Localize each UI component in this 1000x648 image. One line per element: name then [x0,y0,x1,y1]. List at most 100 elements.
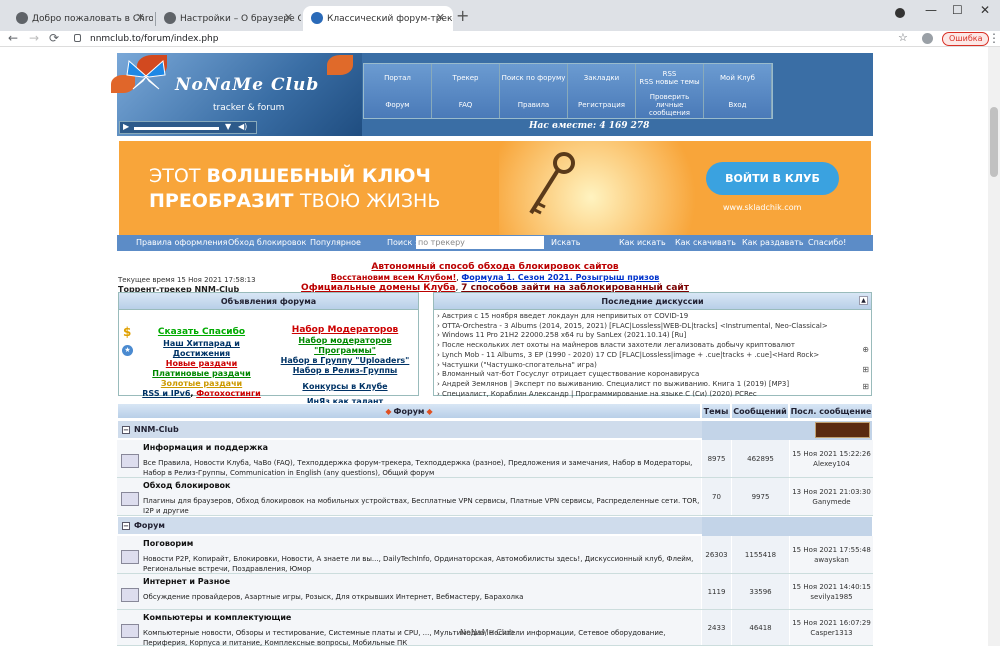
menu-check-messages[interactable]: Проверить личные сообщения [636,91,704,118]
new-tab-button[interactable]: + [456,6,469,25]
link-how-download[interactable]: Как скачивать [675,238,736,247]
menu-tracker[interactable]: Трекер [432,64,500,91]
dropdown-icon[interactable]: ▼ [225,122,231,131]
forum-row[interactable]: Поговорим Новости P2P, Копирайт, Блокиро… [117,536,873,574]
menu-bookmarks[interactable]: Закладки [568,64,636,91]
close-icon[interactable]: ✕ [436,11,445,24]
link-formula1[interactable]: Формула 1. Сезон 2021. Розыгрыш призов [461,273,659,282]
last-post[interactable]: 15 Ноя 2021 15:22:26 Alexey104 [789,440,873,477]
reload-button[interactable]: ⟳ [49,31,59,45]
forum-row[interactable]: Интернет и Разное Обсуждение провайдеров… [117,574,873,610]
play-icon[interactable]: ▶ [123,122,129,131]
forum-title[interactable]: Поговорим [143,539,193,548]
discussion-item[interactable]: › Вломанный чат-бот Госуслуг отрицает су… [434,370,871,380]
link-mod-recruit[interactable]: Набор Модераторов [292,325,398,335]
forum-title[interactable]: Компьютеры и комплектующие [143,613,291,622]
link-say-thanks[interactable]: Сказать Спасибо [158,327,245,337]
last-post[interactable]: 15 Ноя 2021 16:07:29 Casper1313 [789,610,873,645]
forum-title[interactable]: Обход блокировок [143,481,230,490]
link-thanks[interactable]: Спасибо! [808,238,846,247]
collapse-icon[interactable]: − [122,521,130,530]
discussion-item[interactable]: › Специалист, Корaблин Александр | Прогр… [434,390,871,400]
discussion-item[interactable]: › OTTA-Orchestra - 3 Albums (2014, 2015,… [434,322,871,332]
subforums[interactable]: Плагины для браузеров, Обход блокировок … [143,496,701,516]
link-restore[interactable]: Восстановим всем Клубом! [331,273,457,282]
link-rules[interactable]: Правила оформления [136,238,228,247]
link-mod-programs[interactable]: Набор модераторов "Программы" [298,336,391,355]
discussion-item[interactable]: › Андрей Землянов | Эксперт по выживанию… [434,380,871,390]
link-how-seed[interactable]: Как раздавать [742,238,804,247]
link-rss-ipv6[interactable]: RSS и IPv6 [142,389,190,398]
menu-rss[interactable]: RSS RSS новые темы [636,64,704,91]
maximize-button[interactable]: ☐ [952,3,963,17]
close-icon[interactable]: ✕ [284,11,293,24]
subforums[interactable]: Новости P2P, Копирайт, Блокировки, Новос… [143,554,701,574]
page-scrollbar[interactable] [988,47,1000,646]
tab-welcome[interactable]: Добро пожаловать в Chrome! ✕ [8,6,153,31]
scrollbar-thumb[interactable] [990,107,998,177]
avatar[interactable] [922,33,933,44]
link-platinum[interactable]: Платиновые раздачи [152,369,250,378]
forum-title[interactable]: Интернет и Разное [143,577,230,586]
player-progress[interactable] [134,127,219,130]
site-logo[interactable]: NoNaMe Club tracker & forum ▶ ▼ ◀) [111,53,362,136]
scroll-down-icon[interactable]: ⊞ [862,382,869,391]
scroll-icon[interactable]: ⊞ [862,365,869,374]
forum-row[interactable]: Обход блокировок Плагины для браузеров, … [117,478,873,516]
volume-icon[interactable]: ◀) [238,122,247,131]
link-photohosting[interactable]: Фотохостинги [196,389,261,398]
close-window-button[interactable]: ✕ [980,3,990,17]
link-bypass[interactable]: Обход блокировок [228,238,306,247]
menu-forum-search[interactable]: Поиск по форуму [500,64,568,91]
menu-rules[interactable]: Правила [500,91,568,118]
close-icon[interactable]: ✕ [136,11,145,24]
last-post[interactable]: 13 Ноя 2021 21:03:30 Ganymede [789,478,873,515]
discussion-item[interactable]: › Windows 11 Pro 21H2 22000.258 x64 ru b… [434,331,871,341]
discussion-item[interactable]: › Lynch Mob - 11 Albums, 3 EP (1990 - 20… [434,351,871,361]
menu-my-club[interactable]: Мой Клуб [704,64,772,91]
last-post[interactable]: 15 Ноя 2021 14:40:15 sevilya1985 [789,574,873,609]
discussion-item[interactable]: › После нескольких лет охоты на майнеров… [434,341,871,351]
forum-row[interactable]: Информация и поддержка Все Правила, Ново… [117,440,873,478]
scroll-up-icon[interactable]: ⊕ [862,345,869,354]
forward-button[interactable]: → [29,31,39,45]
menu-portal[interactable]: Портал [364,64,432,91]
category-nnm-club[interactable]: − NNM-Club [117,420,873,440]
subforums[interactable]: Компьютерные новости, Обзоры и тестирова… [143,628,701,648]
search-input[interactable]: по трекеру [416,236,544,249]
kebab-menu-icon[interactable]: ⋮ [988,31,1000,45]
menu-register[interactable]: Регистрация [568,91,636,118]
last-post[interactable]: 15 Ноя 2021 17:55:48 awayskan [789,536,873,573]
tab-nnmclub[interactable]: Классический форум-трекер и ... ✕ [303,6,453,31]
address-bar[interactable]: nnmclub.to/forum/index.php [68,31,908,47]
link-hitparade[interactable]: Наш Хитпарад и Достижения [163,339,240,358]
link-autonomous-bypass[interactable]: Автономный способ обхода блокировок сайт… [371,262,618,272]
menu-forum[interactable]: Форум [364,91,432,118]
subforums[interactable]: Обсуждение провайдеров, Азартные игры, Р… [143,592,701,602]
search-button[interactable]: Искать [551,238,581,247]
back-button[interactable]: ← [8,31,18,45]
collapse-icon[interactable]: − [122,425,130,434]
ad-banner[interactable]: ЭТОТ ВОЛШЕБНЫЙ КЛЮЧ ПРЕОБРАЗИТ ТВОЮ ЖИЗН… [119,141,871,235]
enter-club-button[interactable]: ВОЙТИ В КЛУБ [706,162,839,195]
link-contests[interactable]: Конкурсы в Клубе [302,382,387,391]
menu-faq[interactable]: FAQ [432,91,500,118]
forum-title[interactable]: Информация и поддержка [143,443,268,452]
link-how-search[interactable]: Как искать [619,238,666,247]
link-release-groups[interactable]: Набор в Релиз-Группы [293,366,398,375]
error-badge[interactable]: Ошибка [942,32,990,46]
subforums[interactable]: Все Правила, Новости Клуба, ЧаВо (FAQ), … [143,458,701,478]
profile-menu-icon[interactable] [895,8,905,18]
star-icon[interactable]: ☆ [898,31,908,44]
discussion-item[interactable]: › Частушки ("Частушко-спогательна" игра) [434,361,871,371]
menu-login[interactable]: Вход [704,91,772,118]
link-gold[interactable]: Золотые раздачи [161,379,242,388]
minimize-button[interactable]: — [925,3,937,17]
category-forum[interactable]: − Форум [117,516,873,536]
tab-settings[interactable]: Настройки – О браузере Chrome ✕ [156,6,301,31]
link-new-releases[interactable]: Новые раздачи [166,359,237,368]
link-popular[interactable]: Популярное [310,238,361,247]
collapse-icon[interactable]: ▲ [859,296,868,305]
link-uploaders[interactable]: Набор в Группу "Uploaders" [281,356,410,365]
audio-player[interactable]: ▶ ▼ ◀) [119,121,257,134]
